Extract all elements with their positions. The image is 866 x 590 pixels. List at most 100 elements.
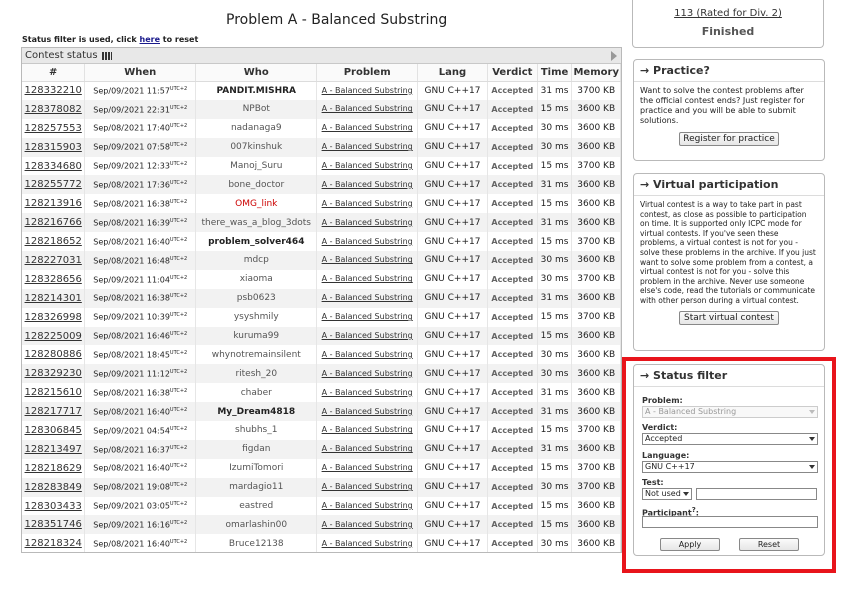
author-handle-link[interactable]: ysyshmily [234, 312, 279, 322]
problem-link[interactable]: A - Balanced Substring [322, 501, 413, 510]
author-handle-link[interactable]: figdan [242, 444, 270, 454]
submission-id-link[interactable]: 128214301 [25, 293, 82, 304]
problem-select[interactable]: A - Balanced Substring [642, 406, 818, 418]
start-virtual-contest-button[interactable]: Start virtual contest [679, 310, 779, 325]
author-handle-link[interactable]: Manoj_Suru [230, 161, 282, 171]
author-handle-link[interactable]: omarlashin00 [225, 520, 287, 530]
author-handle-link[interactable]: shubhs_1 [235, 425, 277, 435]
submission-id-link[interactable]: 128257553 [25, 123, 82, 134]
problem-link[interactable]: A - Balanced Substring [322, 199, 413, 208]
submission-id-link[interactable]: 128215610 [25, 387, 82, 398]
register-practice-button[interactable]: Register for practice [679, 132, 779, 146]
submission-id-link[interactable]: 128334680 [25, 161, 82, 172]
verdict-cell: Accepted [487, 458, 538, 478]
problem-link[interactable]: A - Balanced Substring [322, 293, 413, 302]
author-handle-link[interactable]: ritesh_20 [235, 369, 277, 379]
table-row: 128329230 Sep/09/2021 11:12UTC+2 ritesh_20… [22, 364, 621, 384]
memory-cell: 3600 KB [571, 534, 621, 552]
problem-link[interactable]: A - Balanced Substring [322, 407, 413, 416]
problem-link[interactable]: A - Balanced Substring [322, 255, 413, 264]
problem-link[interactable]: A - Balanced Substring [322, 331, 413, 340]
submission-id-link[interactable]: 128280886 [25, 349, 82, 360]
submission-id-link[interactable]: 128218652 [25, 236, 82, 247]
submission-id-link[interactable]: 128315903 [25, 142, 82, 153]
collapse-icon[interactable] [611, 51, 617, 61]
problem-link[interactable]: A - Balanced Substring [322, 482, 413, 491]
verdict-select[interactable]: Accepted [642, 433, 818, 445]
submission-id-link[interactable]: 128326998 [25, 312, 82, 323]
author-handle-link[interactable]: IzumiTomori [229, 463, 283, 473]
language-cell: GNU C++17 [417, 118, 488, 138]
chevron-down-icon [809, 465, 815, 469]
submission-id-link[interactable]: 128217717 [25, 406, 82, 417]
problem-link[interactable]: A - Balanced Substring [322, 86, 413, 95]
author-handle-link[interactable]: 007kinshuk [230, 142, 282, 152]
submission-id-link[interactable]: 128218324 [25, 538, 82, 549]
submission-id-link[interactable]: 128378082 [25, 104, 82, 115]
author-handle-link[interactable]: chaber [241, 388, 272, 398]
problem-link[interactable]: A - Balanced Substring [322, 520, 413, 529]
author-handle-link[interactable]: xiaoma [240, 274, 273, 284]
author-handle-link[interactable]: mardagio11 [229, 482, 283, 492]
problem-link[interactable]: A - Balanced Substring [322, 350, 413, 359]
reset-filter-link[interactable]: here [140, 35, 161, 44]
help-icon[interactable]: ? [692, 506, 696, 514]
author-handle-link[interactable]: My_Dream4818 [217, 407, 295, 417]
author-handle-link[interactable]: there_was_a_blog_3dots [202, 218, 312, 228]
test-number-input[interactable] [696, 488, 817, 500]
submission-id-link[interactable]: 128216766 [25, 217, 82, 228]
submission-id-link[interactable]: 128255772 [25, 179, 82, 190]
author-handle-link[interactable]: Bruce12138 [229, 539, 284, 549]
problem-link[interactable]: A - Balanced Substring [322, 104, 413, 113]
problem-cell: A - Balanced Substring [316, 307, 418, 327]
problem-link[interactable]: A - Balanced Substring [322, 444, 413, 453]
problem-link[interactable]: A - Balanced Substring [322, 312, 413, 321]
submission-id-link[interactable]: 128283849 [25, 482, 82, 493]
problem-link[interactable]: A - Balanced Substring [322, 369, 413, 378]
submission-id-link[interactable]: 128328656 [25, 274, 82, 285]
problem-link[interactable]: A - Balanced Substring [322, 463, 413, 472]
table-row: 128332210 Sep/09/2021 11:57UTC+2 PANDIT.MI… [22, 81, 621, 100]
problem-link[interactable]: A - Balanced Substring [322, 142, 413, 151]
author-handle-link[interactable]: bone_doctor [228, 180, 284, 190]
submission-id-link[interactable]: 128351746 [25, 519, 82, 530]
reset-button[interactable]: Reset [739, 538, 799, 551]
problem-link[interactable]: A - Balanced Substring [322, 388, 413, 397]
submission-id-link[interactable]: 128329230 [25, 368, 82, 379]
submission-id-link[interactable]: 128306845 [25, 425, 82, 436]
participant-input[interactable] [642, 516, 818, 528]
submission-id-cell: 128218629 [22, 458, 86, 478]
submission-id-link[interactable]: 128213916 [25, 198, 82, 209]
author-handle-link[interactable]: NPBot [243, 104, 270, 114]
author-handle-link[interactable]: OMG_link [235, 199, 277, 209]
problem-link[interactable]: A - Balanced Substring [322, 161, 413, 170]
language-select[interactable]: GNU C++17 [642, 461, 818, 473]
problem-link[interactable]: A - Balanced Substring [322, 123, 413, 132]
problem-cell: A - Balanced Substring [316, 458, 418, 478]
author-handle-link[interactable]: problem_solver464 [208, 237, 304, 247]
submission-time-cell: Sep/09/2021 22:31UTC+2 [84, 99, 197, 119]
author-handle-link[interactable]: PANDIT.MISHRA [217, 86, 297, 96]
problem-link[interactable]: A - Balanced Substring [322, 180, 413, 189]
author-handle-link[interactable]: whynotremainsilent [212, 350, 301, 360]
submission-id-link[interactable]: 128332210 [25, 85, 82, 96]
contest-rated-link[interactable]: 113 (Rated for Div. 2) [633, 8, 823, 19]
author-handle-link[interactable]: eastred [239, 501, 273, 511]
author-handle-link[interactable]: mdcp [244, 255, 269, 265]
author-handle-link[interactable]: psb0623 [237, 293, 276, 303]
author-handle-link[interactable]: kuruma99 [233, 331, 279, 341]
submission-id-link[interactable]: 128303433 [25, 501, 82, 512]
apply-button[interactable]: Apply [660, 538, 720, 551]
problem-link[interactable]: A - Balanced Substring [322, 237, 413, 246]
problem-link[interactable]: A - Balanced Substring [322, 218, 413, 227]
problem-cell: A - Balanced Substring [316, 383, 418, 403]
submission-id-link[interactable]: 128225009 [25, 331, 82, 342]
submission-id-link[interactable]: 128227031 [25, 255, 82, 266]
test-select[interactable]: Not used [642, 488, 692, 500]
problem-link[interactable]: A - Balanced Substring [322, 425, 413, 434]
submission-id-link[interactable]: 128218629 [25, 463, 82, 474]
problem-link[interactable]: A - Balanced Substring [322, 274, 413, 283]
author-handle-link[interactable]: nadanaga9 [231, 123, 282, 133]
problem-link[interactable]: A - Balanced Substring [322, 539, 413, 548]
submission-id-link[interactable]: 128213497 [25, 444, 82, 455]
